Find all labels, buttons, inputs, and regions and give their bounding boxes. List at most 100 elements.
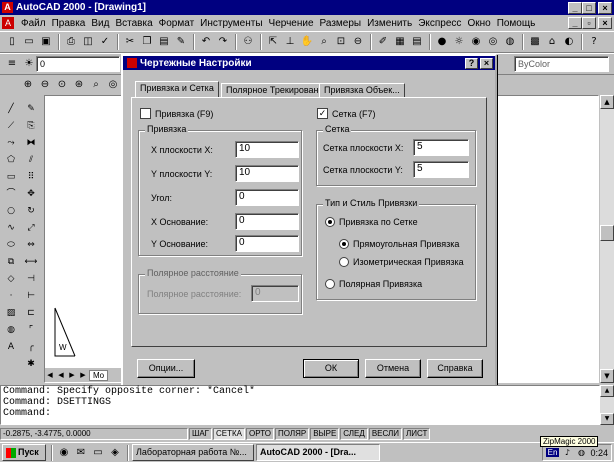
move-icon[interactable]: ✥ xyxy=(24,187,38,201)
hatch-icon[interactable]: ▨ xyxy=(4,306,18,320)
rectangle-icon[interactable]: ▭ xyxy=(4,170,18,184)
otrack-toggle[interactable]: СЛЕД xyxy=(340,427,368,440)
scroll-thumb[interactable] xyxy=(600,225,614,241)
model-tab[interactable]: Mo xyxy=(89,369,109,381)
zoom-window-icon[interactable]: ⊡ xyxy=(333,34,349,50)
cmd-scroll-up-icon[interactable]: ▲ xyxy=(600,385,614,397)
layers-icon[interactable]: ≡ xyxy=(4,56,20,72)
design-center-icon[interactable]: ▦ xyxy=(392,34,408,50)
help-button[interactable]: Справка xyxy=(427,359,483,378)
menu-dimension[interactable]: Размеры xyxy=(317,18,365,29)
save-icon[interactable]: ▣ xyxy=(38,34,54,50)
line-icon[interactable]: ╱ xyxy=(4,102,18,116)
dbconnect-icon[interactable]: ▤ xyxy=(409,34,425,50)
region-icon[interactable]: ◍ xyxy=(4,323,18,337)
dialog-help-button[interactable]: ? xyxy=(465,57,478,69)
polar-snap-radio[interactable] xyxy=(325,279,335,289)
outlook-quicklaunch-icon[interactable]: ✉ xyxy=(73,445,89,461)
zoom-scale-icon[interactable]: ⌕ xyxy=(88,77,104,93)
print-icon[interactable]: ⎙ xyxy=(63,34,79,50)
offset-icon[interactable]: ⫽ xyxy=(24,153,38,167)
tray-app-icon[interactable]: ◍ xyxy=(576,447,586,459)
zoom-center-icon[interactable]: ◎ xyxy=(105,77,121,93)
task-word-document[interactable]: Лабораторная работа №... xyxy=(132,444,254,461)
pan-icon[interactable]: ✋ xyxy=(299,34,315,50)
properties-icon[interactable]: ✐ xyxy=(375,34,391,50)
tab-snap-and-grid[interactable]: Привязка и Сетка xyxy=(135,81,219,97)
erase-icon[interactable]: ✎ xyxy=(24,102,38,116)
array-icon[interactable]: ⠿ xyxy=(24,170,38,184)
menu-tools[interactable]: Инструменты xyxy=(197,18,265,29)
desktop-quicklaunch-icon[interactable]: ▭ xyxy=(90,445,106,461)
cut-icon[interactable]: ✂ xyxy=(122,34,138,50)
menu-view[interactable]: Вид xyxy=(88,18,112,29)
polar-snap-radio-row[interactable]: Полярная Привязка xyxy=(325,279,422,289)
materials-icon[interactable]: ◉ xyxy=(468,34,484,50)
minimize-button[interactable]: _ xyxy=(568,1,582,14)
snap-y-base-input[interactable]: 0 xyxy=(235,235,299,252)
render-icon[interactable]: ● xyxy=(434,34,450,50)
image-icon[interactable]: ▩ xyxy=(527,34,543,50)
preview-icon[interactable]: ◫ xyxy=(80,34,96,50)
rotate-icon[interactable]: ↻ xyxy=(24,204,38,218)
spell-icon[interactable]: ✓ xyxy=(97,34,113,50)
next-tab-icon[interactable]: ▶ xyxy=(67,369,77,381)
doc-restore-button[interactable]: ▫ xyxy=(582,17,596,29)
polar-toggle[interactable]: ПОЛЯР xyxy=(274,427,310,440)
help-icon[interactable]: ? xyxy=(586,34,602,50)
menu-express[interactable]: Экспресс xyxy=(415,18,464,29)
grid-snap-radio[interactable] xyxy=(325,217,335,227)
zoom-previous-icon[interactable]: ⊖ xyxy=(350,34,366,50)
task-autocad[interactable]: AutoCAD 2000 - [Dra... xyxy=(256,444,380,461)
tab-object-snap[interactable]: Привязка Объек... xyxy=(319,83,405,98)
point-icon[interactable]: · xyxy=(4,289,18,303)
dialog-close-button[interactable]: × xyxy=(480,57,493,69)
fillet-icon[interactable]: ╭ xyxy=(24,340,38,354)
mirror-icon[interactable]: ⧓ xyxy=(24,136,38,150)
scale-icon[interactable]: ⤢ xyxy=(24,221,38,235)
grid-on-checkbox-row[interactable]: ✓ Сетка (F7) xyxy=(317,108,375,119)
cancel-button[interactable]: Отмена xyxy=(365,359,421,378)
menu-file[interactable]: Файл xyxy=(18,18,49,29)
hyperlink-icon[interactable]: ⚇ xyxy=(240,34,256,50)
zoom-in-icon[interactable]: ⊕ xyxy=(20,77,36,93)
lights-icon[interactable]: ☼ xyxy=(451,34,467,50)
tracking-icon[interactable]: ⇱ xyxy=(265,34,281,50)
polyline-icon[interactable]: ⤳ xyxy=(4,136,18,150)
grid-toggle[interactable]: СЕТКА xyxy=(213,427,245,440)
doc-close-button[interactable]: × xyxy=(598,17,612,29)
make-block-icon[interactable]: ◇ xyxy=(4,272,18,286)
start-button[interactable]: Пуск xyxy=(2,444,46,461)
menu-draw[interactable]: Черчение xyxy=(266,18,317,29)
zoom-all-icon[interactable]: ⊙ xyxy=(54,77,70,93)
snap-toggle[interactable]: ШАГ xyxy=(189,427,212,440)
snap-on-checkbox-row[interactable]: Привязка (F9) xyxy=(140,108,213,119)
zoom-out-icon[interactable]: ⊖ xyxy=(37,77,53,93)
snap-x-base-input[interactable]: 0 xyxy=(235,213,299,230)
copy-object-icon[interactable]: ⎘ xyxy=(24,119,38,133)
ie-quicklaunch-icon[interactable]: ◉ xyxy=(56,445,72,461)
language-indicator[interactable]: En xyxy=(545,448,560,457)
menu-format[interactable]: Формат xyxy=(156,18,198,29)
trim-icon[interactable]: ⊣ xyxy=(24,272,38,286)
lweight-toggle[interactable]: ВЕСЛИ xyxy=(368,427,402,440)
grid-x-spacing-input[interactable]: 5 xyxy=(413,139,469,156)
isometric-snap-radio[interactable] xyxy=(339,257,349,267)
layout-icon[interactable]: ◐ xyxy=(561,34,577,50)
cmd-scroll-down-icon[interactable]: ▼ xyxy=(600,413,614,425)
ortho-toggle[interactable]: ОРТО xyxy=(246,427,274,440)
volume-icon[interactable]: ♪ xyxy=(562,447,572,459)
shade-icon[interactable]: ◍ xyxy=(502,34,518,50)
autocad-app-icon[interactable]: A xyxy=(2,2,13,13)
options-button[interactable]: Опции... xyxy=(137,359,195,378)
menu-modify[interactable]: Изменить xyxy=(364,18,415,29)
snap-angle-input[interactable]: 0 xyxy=(235,189,299,206)
menu-edit[interactable]: Правка xyxy=(49,18,89,29)
command-window[interactable]: Command: Specify opposite corner: *Cance… xyxy=(0,385,600,425)
match-properties-icon[interactable]: ✎ xyxy=(173,34,189,50)
zoom-realtime-icon[interactable]: ⌕ xyxy=(316,34,332,50)
explode-icon[interactable]: ✱ xyxy=(24,357,38,371)
snap-y-spacing-input[interactable]: 10 xyxy=(235,165,299,182)
extend-icon[interactable]: ⊢ xyxy=(24,289,38,303)
isometric-snap-radio-row[interactable]: Изометрическая Привязка xyxy=(339,257,464,267)
